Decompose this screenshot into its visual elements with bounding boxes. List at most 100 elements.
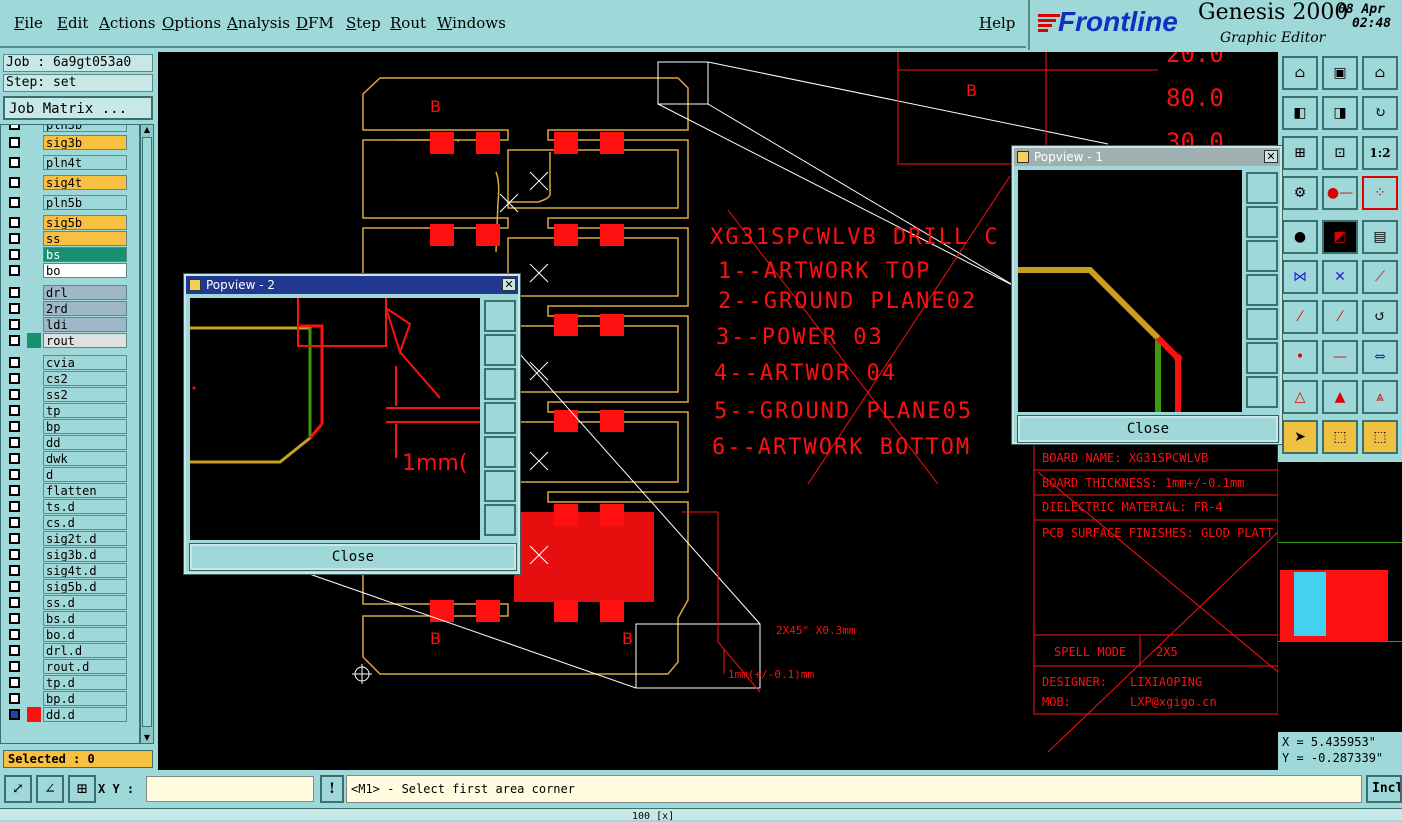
layer-checkbox[interactable] bbox=[9, 357, 20, 368]
layer-checkbox[interactable] bbox=[9, 533, 20, 544]
zoom-out-icon[interactable]: ⊡ bbox=[1322, 136, 1358, 170]
job-matrix-button[interactable]: Job Matrix ... bbox=[3, 96, 153, 120]
layer-row[interactable]: cvia bbox=[5, 355, 127, 370]
layer-name[interactable]: tp bbox=[43, 403, 127, 418]
close-icon[interactable]: ✕ bbox=[1264, 150, 1278, 163]
layer-row[interactable]: ss2 bbox=[5, 387, 127, 402]
layer-checkbox[interactable] bbox=[9, 581, 20, 592]
incl-button[interactable]: Incl bbox=[1366, 775, 1402, 803]
layer-name[interactable]: tp.d bbox=[43, 675, 127, 690]
layer-checkbox[interactable] bbox=[9, 319, 20, 330]
layer-name[interactable]: sig5b bbox=[43, 215, 127, 230]
layer-name[interactable]: bs bbox=[43, 247, 127, 262]
layer-row[interactable]: cs2 bbox=[5, 371, 127, 386]
layer-checkbox[interactable] bbox=[9, 645, 20, 656]
layer-checkbox[interactable] bbox=[9, 233, 20, 244]
zoom-ratio-icon[interactable]: 1:2 bbox=[1362, 136, 1398, 170]
layer-checkbox[interactable] bbox=[9, 265, 20, 276]
layer-checkbox[interactable] bbox=[9, 677, 20, 688]
layer-row[interactable]: tp bbox=[5, 403, 127, 418]
layer-name[interactable]: bp bbox=[43, 419, 127, 434]
menu-rout[interactable]: Rout bbox=[390, 14, 426, 32]
layer-row[interactable]: cs.d bbox=[5, 515, 127, 530]
angle-icon[interactable]: ∠ bbox=[36, 775, 64, 803]
layer-row[interactable]: bp.d bbox=[5, 691, 127, 706]
layer-checkbox[interactable] bbox=[9, 157, 20, 168]
layer-name[interactable]: ss.d bbox=[43, 595, 127, 610]
layer-name[interactable]: cs.d bbox=[43, 515, 127, 530]
popview-1-canvas[interactable] bbox=[1018, 170, 1242, 412]
menu-options[interactable]: Options bbox=[162, 14, 221, 32]
menu-edit[interactable]: Edit bbox=[57, 14, 88, 32]
layer-name[interactable]: bo bbox=[43, 263, 127, 278]
layer-name[interactable]: sig4t bbox=[43, 175, 127, 190]
layer-checkbox[interactable] bbox=[9, 217, 20, 228]
layer-checkbox[interactable] bbox=[9, 709, 20, 720]
layer-name[interactable]: sig4t.d bbox=[43, 563, 127, 578]
layer-name[interactable]: ss bbox=[43, 231, 127, 246]
layer-row[interactable]: sig2t.d bbox=[5, 531, 127, 546]
layer-row[interactable]: pln3b bbox=[5, 125, 127, 132]
layer-checkbox[interactable] bbox=[9, 693, 20, 704]
layer-row[interactable]: sig5b.d bbox=[5, 579, 127, 594]
close-icon[interactable]: ✕ bbox=[502, 278, 516, 291]
popview-2-titlebar[interactable]: Popview - 2 ✕ bbox=[186, 276, 518, 294]
point-icon[interactable]: • bbox=[1282, 340, 1318, 374]
zoom-in-icon[interactable]: ⊞ bbox=[1282, 136, 1318, 170]
layer-scrollbar[interactable]: ▲ ▼ bbox=[140, 124, 154, 744]
layer-name[interactable]: bp.d bbox=[43, 691, 127, 706]
pan-down-icon[interactable]: ▣ bbox=[1322, 56, 1358, 90]
layer-name[interactable]: dwk bbox=[43, 451, 127, 466]
menu-step[interactable]: Step bbox=[346, 14, 381, 32]
popview-1-titlebar[interactable]: Popview - 1 ✕ bbox=[1014, 148, 1280, 166]
popview-1-close-button[interactable]: Close bbox=[1017, 415, 1279, 443]
layer-name[interactable]: rout.d bbox=[43, 659, 127, 674]
pv2-pan-up-icon[interactable] bbox=[484, 334, 516, 366]
layer-row[interactable]: rout bbox=[5, 333, 127, 348]
layer-checkbox[interactable] bbox=[9, 469, 20, 480]
home-view-icon[interactable]: ⌂ bbox=[1362, 56, 1398, 90]
layer-row[interactable]: pln4t bbox=[5, 155, 127, 170]
pv1-pan-left-icon[interactable] bbox=[1246, 274, 1278, 306]
line-icon[interactable]: ⁄ bbox=[1282, 300, 1318, 334]
layer-row[interactable]: drl.d bbox=[5, 643, 127, 658]
layer-name[interactable]: d bbox=[43, 467, 127, 482]
layer-checkbox[interactable] bbox=[9, 549, 20, 560]
pan-left-icon[interactable]: ◧ bbox=[1282, 96, 1318, 130]
layer-row[interactable]: bs.d bbox=[5, 611, 127, 626]
menu-analysis[interactable]: Analysis bbox=[227, 14, 290, 32]
layer-checkbox[interactable] bbox=[9, 287, 20, 298]
menu-windows[interactable]: Windows bbox=[437, 14, 506, 32]
layer-name[interactable]: sig3b.d bbox=[43, 547, 127, 562]
layer-row[interactable]: dd.d bbox=[5, 707, 127, 722]
select-cursor-icon[interactable]: ➤ bbox=[1282, 420, 1318, 454]
layer-row[interactable]: ss.d bbox=[5, 595, 127, 610]
layer-row[interactable]: bo bbox=[5, 263, 127, 278]
pan-right-icon[interactable]: ◨ bbox=[1322, 96, 1358, 130]
layer-name[interactable]: ldi bbox=[43, 317, 127, 332]
triangle-icon[interactable]: △ bbox=[1282, 380, 1318, 414]
layer-name[interactable]: cs2 bbox=[43, 371, 127, 386]
layer-checkbox[interactable] bbox=[9, 249, 20, 260]
layer-name[interactable]: dd bbox=[43, 435, 127, 450]
layer-checkbox[interactable] bbox=[9, 177, 20, 188]
pv2-zoom-out-icon[interactable] bbox=[484, 504, 516, 536]
layer-name[interactable]: pln4t bbox=[43, 155, 127, 170]
layer-checkbox[interactable] bbox=[9, 303, 20, 314]
dash-icon[interactable]: — bbox=[1322, 340, 1358, 374]
menu-actions[interactable]: Actions bbox=[99, 14, 155, 32]
popview-2-canvas[interactable]: 1mm( bbox=[190, 298, 480, 540]
layer-checkbox[interactable] bbox=[9, 501, 20, 512]
menu-help[interactable]: Help bbox=[979, 14, 1015, 32]
layer-checkbox[interactable] bbox=[9, 437, 20, 448]
measure-point-icon[interactable]: ●— bbox=[1322, 176, 1358, 210]
window-menu-icon[interactable] bbox=[1017, 151, 1029, 163]
layer-row[interactable]: sig3b bbox=[5, 135, 127, 150]
layer-name[interactable]: sig2t.d bbox=[43, 531, 127, 546]
layer-name[interactable]: drl.d bbox=[43, 643, 127, 658]
scroll-thumb[interactable] bbox=[142, 137, 152, 727]
layer-checkbox[interactable] bbox=[9, 453, 20, 464]
snap-icon[interactable]: ⚙ bbox=[1282, 176, 1318, 210]
layer-row[interactable]: sig5b bbox=[5, 215, 127, 230]
triangle-up-icon[interactable]: ▲ bbox=[1322, 380, 1358, 414]
